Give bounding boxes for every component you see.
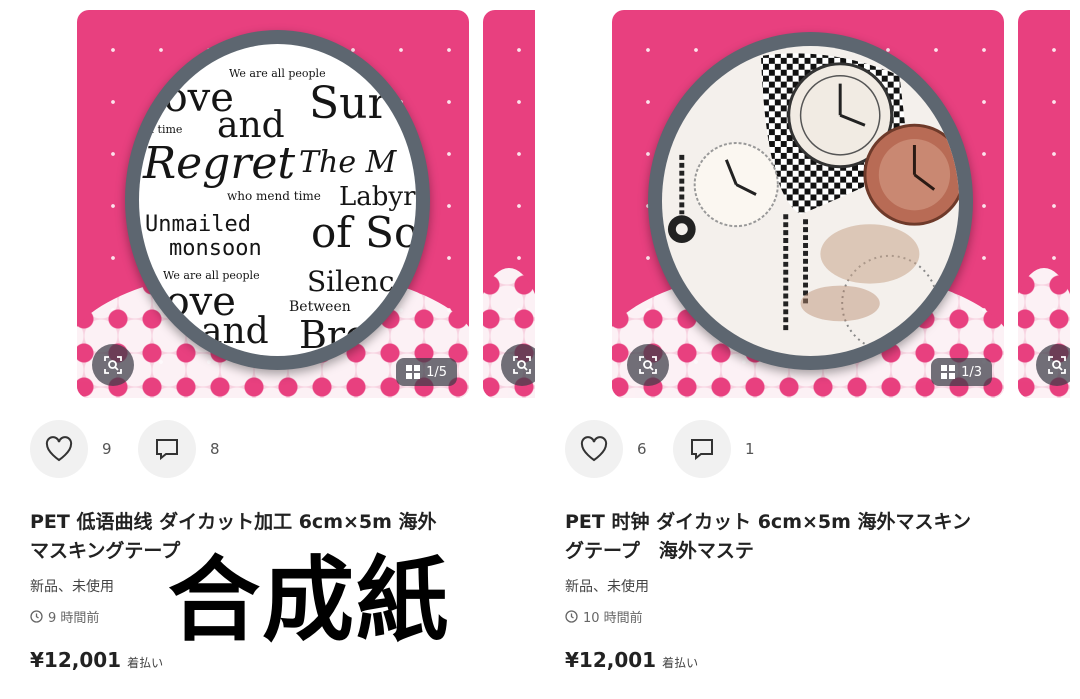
item-condition: 新品、未使用: [30, 579, 114, 595]
gallery-grid-icon: [406, 365, 421, 379]
image-search-button[interactable]: [627, 344, 669, 386]
clock-icon: [30, 610, 43, 623]
image-search-button[interactable]: [1036, 344, 1070, 386]
like-count: 9: [102, 440, 112, 458]
clock-illustration: [667, 53, 959, 352]
image-counter: 1/3: [931, 358, 992, 386]
product-image[interactable]: 1/3: [612, 10, 1004, 398]
tape-word-art: We are all people Love Sur d time and Re…: [139, 67, 416, 356]
engagement-bar: 6 1: [565, 420, 781, 478]
image-search-icon: [104, 356, 122, 374]
posted-time: 10 時間前: [565, 607, 643, 626]
tape-face: [662, 46, 959, 356]
posted-time: 9 時間前: [30, 607, 99, 626]
heart-icon: [45, 436, 73, 462]
gallery-grid-icon: [941, 365, 956, 379]
image-search-icon: [1048, 356, 1066, 374]
tape-face: We are all people Love Sur d time and Re…: [139, 44, 416, 356]
price: ¥12,001 着払い: [565, 648, 699, 672]
comment-count: 1: [745, 440, 755, 458]
image-search-icon: [639, 356, 657, 374]
product-image[interactable]: We are all people Love Sur d time and Re…: [77, 10, 469, 398]
overlay-caption: 合成紙: [168, 547, 451, 654]
product-card[interactable]: 1/3 6 1 PET 时钟 ダイカット 6cm×5m 海外マスキン グテープ …: [535, 0, 1070, 699]
next-image-preview[interactable]: [1018, 10, 1070, 398]
masking-tape-roll: [648, 32, 973, 370]
masking-tape-roll: We are all people Love Sur d time and Re…: [125, 30, 430, 370]
image-search-icon: [513, 356, 531, 374]
like-button[interactable]: [30, 420, 88, 478]
image-search-button[interactable]: [501, 344, 535, 386]
image-counter: 1/5: [396, 358, 457, 386]
comment-icon: [156, 439, 178, 461]
heart-icon: [580, 436, 608, 462]
like-count: 6: [637, 440, 647, 458]
comment-button[interactable]: [138, 420, 196, 478]
like-button[interactable]: [565, 420, 623, 478]
comment-button[interactable]: [673, 420, 731, 478]
comment-icon: [691, 439, 713, 461]
comment-count: 8: [210, 440, 220, 458]
clock-icon: [565, 610, 578, 623]
item-condition: 新品、未使用: [565, 579, 649, 595]
price: ¥12,001 着払い: [30, 648, 164, 672]
image-search-button[interactable]: [92, 344, 134, 386]
product-title[interactable]: PET 时钟 ダイカット 6cm×5m 海外マスキン グテープ 海外マステ: [565, 508, 1045, 566]
engagement-bar: 9 8: [30, 420, 246, 478]
next-image-preview[interactable]: [483, 10, 535, 398]
